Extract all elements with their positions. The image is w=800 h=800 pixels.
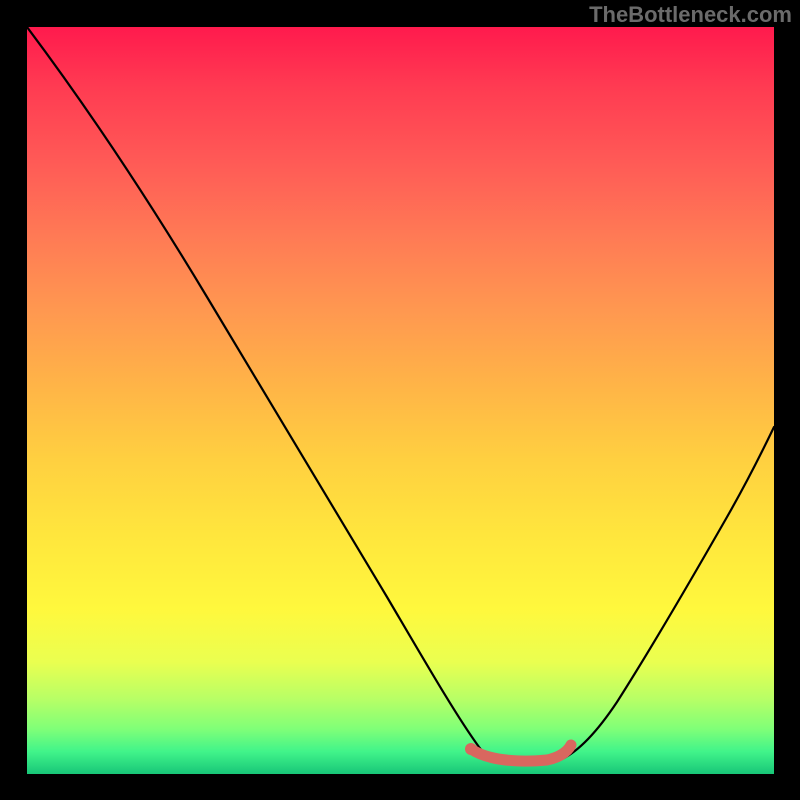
bottleneck-curve (27, 27, 774, 774)
optimal-band-marker (471, 745, 571, 761)
chart-container: TheBottleneck.com (0, 0, 800, 800)
main-curve-path (27, 27, 774, 764)
watermark-text: TheBottleneck.com (589, 2, 792, 28)
plot-area (27, 27, 774, 774)
optimal-start-dot (465, 743, 477, 755)
